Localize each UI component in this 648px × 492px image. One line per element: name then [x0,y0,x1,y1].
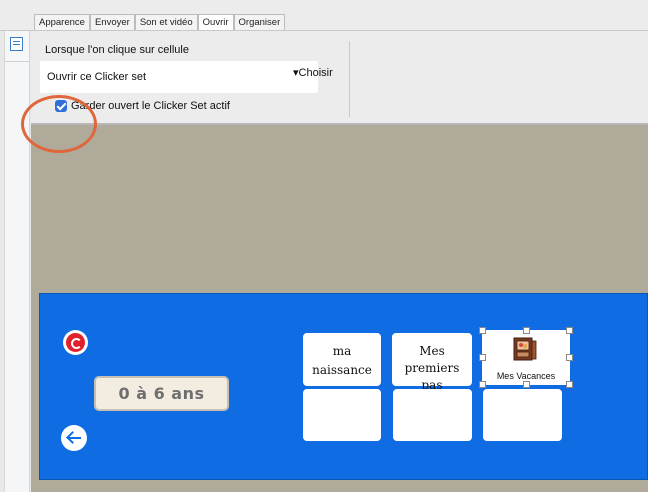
cell-mes-premiers-pas[interactable]: Mes premiers pas [392,333,472,392]
photo-album-icon [513,337,537,361]
tab-bar: Apparence Envoyer Son et vidéo Ouvrir Or… [34,14,286,31]
tab-son-et-video[interactable]: Son et vidéo [134,14,198,31]
open-settings-panel: Lorsque l'on clique sur cellule Ouvrir c… [31,31,648,123]
resize-handle[interactable] [566,327,573,334]
resize-handle[interactable] [523,327,530,334]
canvas-bottom [31,480,648,492]
choose-button[interactable]: ▾Choisir [293,66,333,79]
cell-empty[interactable] [393,389,472,441]
back-arrow-icon[interactable] [61,425,87,451]
resize-handle[interactable] [479,381,486,388]
resize-handle[interactable] [566,381,573,388]
cell-empty[interactable] [303,389,381,441]
tab-envoyer[interactable]: Envoyer [89,14,135,31]
resize-handle[interactable] [479,327,486,334]
cell-ma-naissance[interactable]: ma naissance [303,333,381,386]
keep-open-checkbox[interactable] [55,100,67,112]
cell-line-1: Mes [419,344,445,358]
resize-handle[interactable] [566,354,573,361]
resize-handle[interactable] [479,354,486,361]
grid-view-icon[interactable] [10,37,23,51]
open-action-field[interactable]: Ouvrir ce Clicker set [40,61,318,93]
open-action-value: Ouvrir ce Clicker set [47,71,147,83]
left-toolbar-divider [5,61,29,62]
panel-separator [349,41,350,117]
resize-handle[interactable] [523,381,530,388]
tab-apparence[interactable]: Apparence [34,14,90,31]
cell-click-label: Lorsque l'on clique sur cellule [45,44,189,56]
cell-line-1: ma [332,344,352,358]
cell-line-2: naissance [312,363,372,377]
cell-empty[interactable] [483,389,562,441]
left-toolbar [4,31,30,492]
cell-mes-vacances[interactable]: Mes Vacances [479,327,573,388]
tab-ouvrir[interactable]: Ouvrir [197,14,234,31]
undo-icon[interactable] [63,330,88,355]
keep-open-label: Garder ouvert le Clicker Set actif [71,100,230,112]
board-title-label: 0 à 6 ans [94,376,229,411]
tab-organiser[interactable]: Organiser [233,14,286,31]
